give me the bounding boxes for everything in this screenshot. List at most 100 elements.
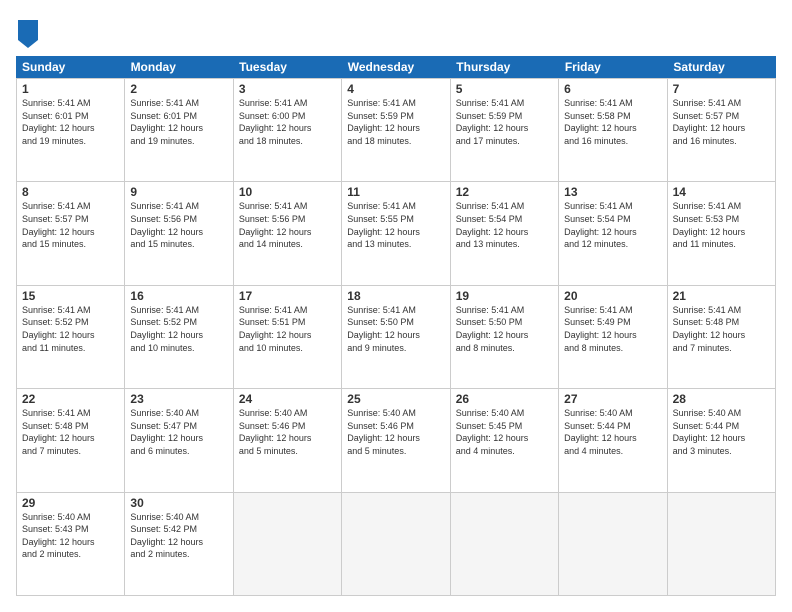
- cell-info-line: Daylight: 12 hours: [22, 536, 119, 549]
- day-number: 18: [347, 289, 444, 303]
- cell-info-line: Sunset: 5:55 PM: [347, 213, 444, 226]
- day-number: 16: [130, 289, 227, 303]
- cell-info-line: Daylight: 12 hours: [673, 226, 770, 239]
- calendar-page: SundayMondayTuesdayWednesdayThursdayFrid…: [0, 0, 792, 612]
- day-number: 21: [673, 289, 770, 303]
- empty-cell: [668, 493, 776, 595]
- calendar-week-5: 29Sunrise: 5:40 AMSunset: 5:43 PMDayligh…: [16, 492, 776, 596]
- day-number: 11: [347, 185, 444, 199]
- cell-info-line: Sunset: 5:46 PM: [239, 420, 336, 433]
- cell-info-line: Daylight: 12 hours: [239, 122, 336, 135]
- cell-info-line: Sunset: 5:48 PM: [22, 420, 119, 433]
- day-number: 30: [130, 496, 227, 510]
- cell-info-line: Sunset: 5:45 PM: [456, 420, 553, 433]
- day-2: 2Sunrise: 5:41 AMSunset: 6:01 PMDaylight…: [125, 79, 233, 181]
- cell-info-line: and 7 minutes.: [673, 342, 770, 355]
- cell-info-line: Daylight: 12 hours: [239, 329, 336, 342]
- cell-info-line: Daylight: 12 hours: [456, 226, 553, 239]
- cell-info-line: Daylight: 12 hours: [456, 329, 553, 342]
- day-number: 27: [564, 392, 661, 406]
- day-number: 17: [239, 289, 336, 303]
- cell-info-line: Sunset: 5:52 PM: [130, 316, 227, 329]
- header-day-thursday: Thursday: [450, 56, 559, 78]
- cell-info-line: Daylight: 12 hours: [564, 122, 661, 135]
- day-3: 3Sunrise: 5:41 AMSunset: 6:00 PMDaylight…: [234, 79, 342, 181]
- day-11: 11Sunrise: 5:41 AMSunset: 5:55 PMDayligh…: [342, 182, 450, 284]
- day-number: 5: [456, 82, 553, 96]
- cell-info-line: and 5 minutes.: [347, 445, 444, 458]
- cell-info-line: Sunset: 5:56 PM: [239, 213, 336, 226]
- day-number: 19: [456, 289, 553, 303]
- cell-info-line: Daylight: 12 hours: [22, 329, 119, 342]
- header-day-tuesday: Tuesday: [233, 56, 342, 78]
- day-28: 28Sunrise: 5:40 AMSunset: 5:44 PMDayligh…: [668, 389, 776, 491]
- cell-info-line: Sunset: 5:42 PM: [130, 523, 227, 536]
- day-24: 24Sunrise: 5:40 AMSunset: 5:46 PMDayligh…: [234, 389, 342, 491]
- day-number: 13: [564, 185, 661, 199]
- cell-info-line: and 10 minutes.: [130, 342, 227, 355]
- cell-info-line: Sunrise: 5:41 AM: [673, 200, 770, 213]
- cell-info-line: Daylight: 12 hours: [347, 432, 444, 445]
- day-20: 20Sunrise: 5:41 AMSunset: 5:49 PMDayligh…: [559, 286, 667, 388]
- cell-info-line: Sunrise: 5:41 AM: [347, 200, 444, 213]
- cell-info-line: Sunrise: 5:40 AM: [22, 511, 119, 524]
- empty-cell: [342, 493, 450, 595]
- cell-info-line: Sunset: 5:52 PM: [22, 316, 119, 329]
- cell-info-line: Daylight: 12 hours: [673, 329, 770, 342]
- cell-info-line: Sunset: 6:01 PM: [130, 110, 227, 123]
- cell-info-line: Daylight: 12 hours: [347, 329, 444, 342]
- cell-info-line: Daylight: 12 hours: [564, 329, 661, 342]
- day-number: 22: [22, 392, 119, 406]
- day-17: 17Sunrise: 5:41 AMSunset: 5:51 PMDayligh…: [234, 286, 342, 388]
- header-day-saturday: Saturday: [667, 56, 776, 78]
- day-number: 4: [347, 82, 444, 96]
- calendar-week-3: 15Sunrise: 5:41 AMSunset: 5:52 PMDayligh…: [16, 285, 776, 388]
- day-18: 18Sunrise: 5:41 AMSunset: 5:50 PMDayligh…: [342, 286, 450, 388]
- cell-info-line: Daylight: 12 hours: [456, 432, 553, 445]
- cell-info-line: Sunrise: 5:41 AM: [347, 97, 444, 110]
- calendar-week-1: 1Sunrise: 5:41 AMSunset: 6:01 PMDaylight…: [16, 78, 776, 181]
- header-day-sunday: Sunday: [16, 56, 125, 78]
- cell-info-line: and 18 minutes.: [347, 135, 444, 148]
- cell-info-line: and 2 minutes.: [22, 548, 119, 561]
- day-number: 7: [673, 82, 770, 96]
- day-number: 6: [564, 82, 661, 96]
- cell-info-line: Sunset: 5:57 PM: [673, 110, 770, 123]
- day-number: 1: [22, 82, 119, 96]
- cell-info-line: Sunset: 6:01 PM: [22, 110, 119, 123]
- cell-info-line: Sunset: 5:44 PM: [564, 420, 661, 433]
- cell-info-line: and 18 minutes.: [239, 135, 336, 148]
- day-number: 26: [456, 392, 553, 406]
- cell-info-line: and 8 minutes.: [456, 342, 553, 355]
- cell-info-line: Sunset: 5:50 PM: [347, 316, 444, 329]
- cell-info-line: Daylight: 12 hours: [22, 122, 119, 135]
- cell-info-line: Sunrise: 5:41 AM: [239, 97, 336, 110]
- cell-info-line: and 16 minutes.: [564, 135, 661, 148]
- cell-info-line: Sunset: 6:00 PM: [239, 110, 336, 123]
- day-19: 19Sunrise: 5:41 AMSunset: 5:50 PMDayligh…: [451, 286, 559, 388]
- day-number: 28: [673, 392, 770, 406]
- cell-info-line: Daylight: 12 hours: [673, 432, 770, 445]
- cell-info-line: Sunrise: 5:41 AM: [347, 304, 444, 317]
- day-15: 15Sunrise: 5:41 AMSunset: 5:52 PMDayligh…: [17, 286, 125, 388]
- cell-info-line: and 14 minutes.: [239, 238, 336, 251]
- cell-info-line: and 10 minutes.: [239, 342, 336, 355]
- cell-info-line: Sunset: 5:46 PM: [347, 420, 444, 433]
- cell-info-line: Sunset: 5:57 PM: [22, 213, 119, 226]
- cell-info-line: Sunrise: 5:40 AM: [130, 511, 227, 524]
- cell-info-line: and 19 minutes.: [22, 135, 119, 148]
- day-29: 29Sunrise: 5:40 AMSunset: 5:43 PMDayligh…: [17, 493, 125, 595]
- cell-info-line: and 11 minutes.: [673, 238, 770, 251]
- day-number: 14: [673, 185, 770, 199]
- cell-info-line: and 15 minutes.: [130, 238, 227, 251]
- cell-info-line: Sunrise: 5:40 AM: [673, 407, 770, 420]
- day-number: 9: [130, 185, 227, 199]
- cell-info-line: Daylight: 12 hours: [564, 432, 661, 445]
- cell-info-line: Sunrise: 5:41 AM: [130, 97, 227, 110]
- logo: [16, 20, 38, 48]
- cell-info-line: Daylight: 12 hours: [130, 226, 227, 239]
- day-number: 10: [239, 185, 336, 199]
- cell-info-line: Sunrise: 5:41 AM: [22, 200, 119, 213]
- calendar-week-4: 22Sunrise: 5:41 AMSunset: 5:48 PMDayligh…: [16, 388, 776, 491]
- cell-info-line: and 13 minutes.: [456, 238, 553, 251]
